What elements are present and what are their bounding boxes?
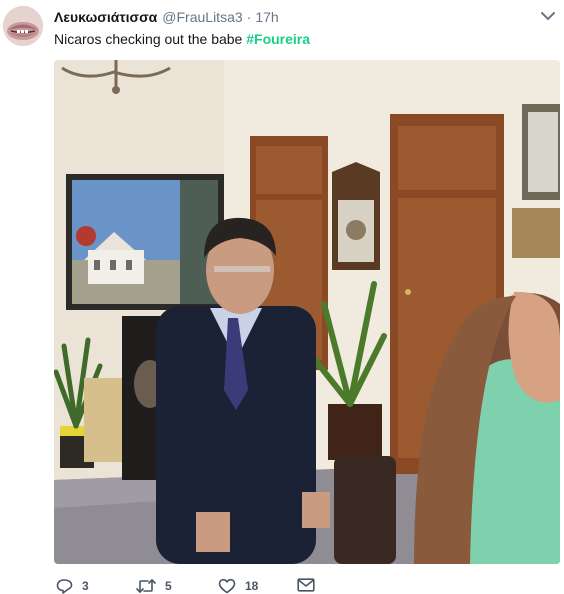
tweet-header: Λευκωσιάτισσα @FrauLitsa3 · 17h — [54, 9, 279, 27]
tweet-media[interactable] — [54, 60, 560, 564]
tweet-text: Nicaros checking out the babe #Foureira — [54, 30, 310, 48]
chevron-down-icon[interactable] — [541, 11, 555, 21]
reply-button[interactable]: 3 — [56, 578, 89, 594]
tweet-text-body: Nicaros checking out the babe — [54, 31, 247, 47]
like-button[interactable]: 18 — [218, 578, 258, 594]
direct-message-button[interactable] — [297, 578, 315, 592]
display-name[interactable]: Λευκωσιάτισσα — [54, 9, 157, 25]
user-handle[interactable]: @FrauLitsa3 — [162, 9, 242, 25]
separator-dot: · — [246, 9, 252, 25]
media-image — [54, 60, 560, 564]
hashtag-link[interactable]: #Foureira — [246, 31, 310, 47]
reply-count: 3 — [82, 579, 89, 593]
like-count: 18 — [245, 579, 259, 593]
tweet: Λευκωσιάτισσα @FrauLitsa3 · 17h Nicaros … — [0, 0, 564, 594]
avatar-image — [3, 6, 43, 46]
retweet-button[interactable]: 5 — [136, 578, 172, 594]
tweet-actions: 3 5 18 — [56, 578, 536, 594]
timestamp[interactable]: 17h — [255, 9, 278, 25]
heart-icon — [218, 578, 236, 594]
retweet-icon — [136, 579, 156, 593]
avatar[interactable] — [3, 6, 43, 46]
retweet-count: 5 — [165, 579, 172, 593]
envelope-icon — [297, 578, 315, 592]
reply-icon — [56, 579, 73, 594]
